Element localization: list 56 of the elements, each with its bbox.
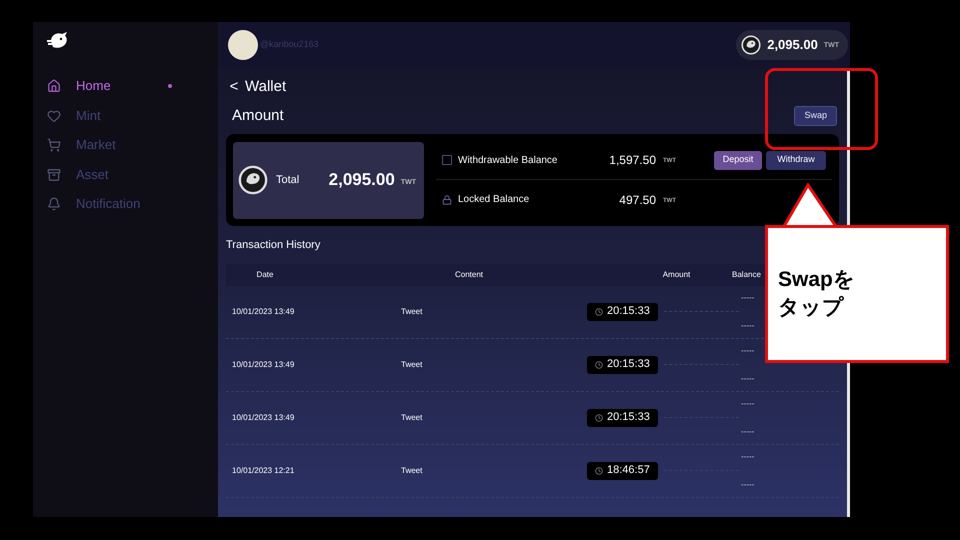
avatar[interactable] xyxy=(228,30,258,60)
balance-value: 1,597.50 xyxy=(608,152,656,169)
amount-heading: Amount xyxy=(232,106,284,126)
column-header: Balance xyxy=(731,268,761,280)
sidebar-item[interactable]: Home xyxy=(33,76,218,96)
bird-logo-icon xyxy=(47,32,69,50)
clock-icon xyxy=(595,414,603,422)
callout-text: タップ xyxy=(778,294,845,321)
coin-icon xyxy=(741,35,762,55)
amount-time: 20:15:33 xyxy=(607,410,650,426)
column-header: Content xyxy=(454,268,484,280)
amount-time: 20:15:33 xyxy=(607,304,650,320)
home-icon xyxy=(47,79,61,93)
page-title: Wallet xyxy=(245,76,286,97)
content-cell-text: Tweet xyxy=(401,412,424,424)
clock-icon xyxy=(595,308,603,316)
total-label: Total xyxy=(276,172,300,188)
clock-icon xyxy=(595,360,603,368)
amount-time: 20:15:33 xyxy=(607,357,650,372)
balance-label: Withdrawable Balance xyxy=(458,154,558,168)
column-header: Date xyxy=(256,268,274,280)
clock-icon xyxy=(595,466,603,474)
balance-cell-text: ----- xyxy=(741,398,756,410)
balance-cell-text: ----- xyxy=(741,478,756,490)
bell-icon xyxy=(47,197,61,211)
date-cell-text: 10/01/2023 13:49 xyxy=(231,358,296,370)
balance-value: 497.50 xyxy=(618,192,656,208)
column-header: Amount xyxy=(662,268,692,280)
swap-button[interactable]: Swap xyxy=(794,106,837,126)
cart-icon xyxy=(47,138,61,152)
withdraw-button[interactable]: Withdraw xyxy=(766,150,826,170)
balance-cell-text: ----- xyxy=(741,426,756,438)
coin-icon xyxy=(238,165,268,195)
balance-cell-text: ----- xyxy=(741,344,756,356)
date-cell-text: 10/01/2023 13:49 xyxy=(231,412,296,424)
username: @kanbou2163 xyxy=(260,38,319,52)
date-cell-text: 10/01/2023 13:49 xyxy=(231,306,296,318)
content-cell-text: Tweet xyxy=(401,306,424,318)
box-icon xyxy=(47,168,61,182)
balance-label: Locked Balance xyxy=(458,193,530,207)
back-button[interactable]: < xyxy=(229,76,239,98)
amount-time: 18:46:57 xyxy=(607,463,650,478)
date-cell-text: 10/01/2023 12:21 xyxy=(231,464,296,476)
balance-cell-text: ----- xyxy=(741,320,756,332)
callout-text: Swapを xyxy=(778,267,856,293)
balance-cell-text: ----- xyxy=(741,450,756,462)
content-cell-text: Tweet xyxy=(401,464,424,476)
balance-cell-text: ----- xyxy=(741,292,756,304)
total-value: 2,095.00 xyxy=(328,169,395,192)
deposit-button[interactable]: Deposit xyxy=(714,150,762,170)
history-title: Transaction History xyxy=(226,238,322,253)
heart-icon xyxy=(47,108,61,122)
balance-cell-text: ----- xyxy=(741,372,756,384)
balance-amount: 2,095.00 xyxy=(767,36,818,54)
lock-icon xyxy=(442,194,452,204)
content-cell-text: Tweet xyxy=(401,358,424,370)
